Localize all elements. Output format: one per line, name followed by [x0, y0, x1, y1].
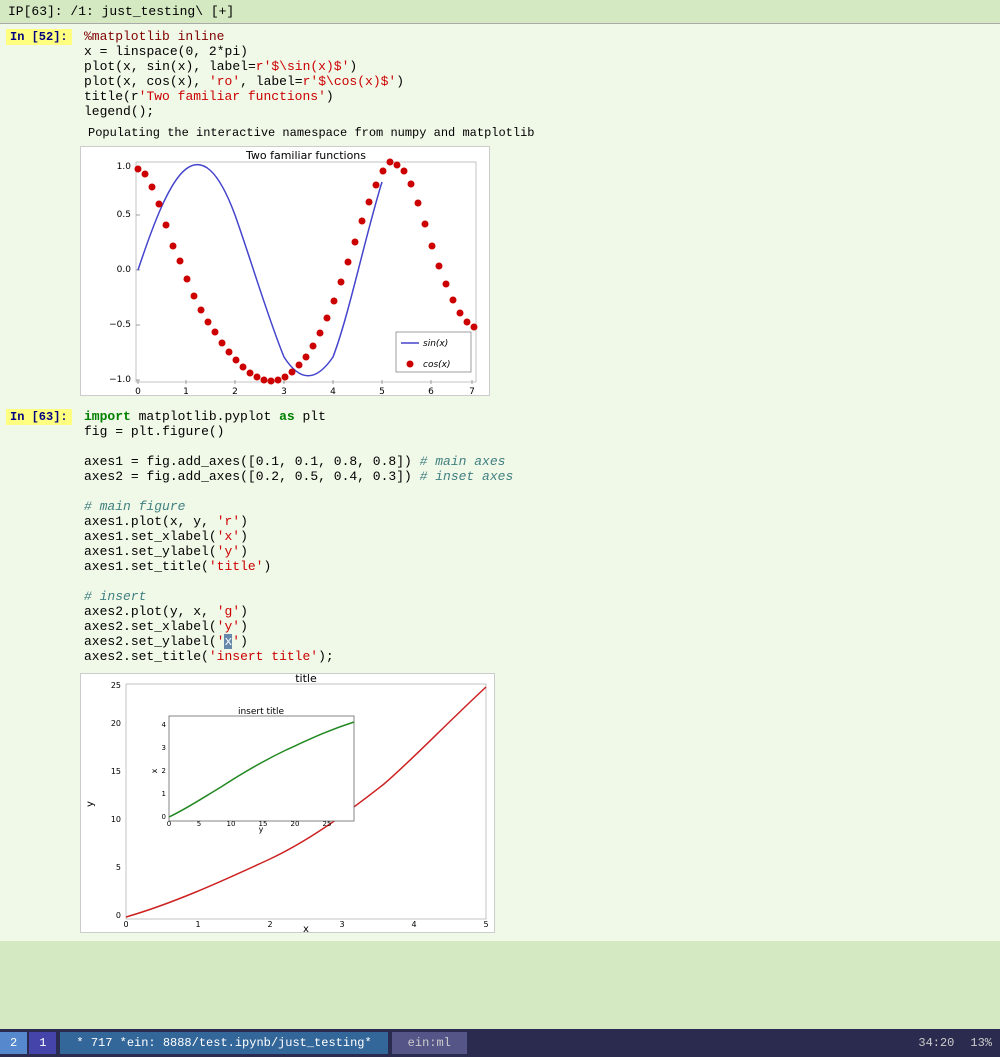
svg-text:4: 4: [411, 920, 416, 929]
code-line: axes2.set_xlabel('y'): [84, 619, 996, 634]
code-line: # main figure: [84, 499, 996, 514]
svg-text:0: 0: [135, 387, 141, 396]
output-text-1: Populating the interactive namespace fro…: [0, 124, 1000, 142]
code-line: [84, 439, 996, 454]
code-line: import matplotlib.pyplot as plt: [84, 409, 996, 424]
svg-text:3: 3: [281, 387, 287, 396]
code-line: [84, 484, 996, 499]
plot1-title: Two familiar functions: [245, 149, 366, 162]
status-position: 34:20: [918, 1036, 954, 1050]
svg-text:10: 10: [111, 815, 121, 824]
svg-text:4: 4: [162, 721, 167, 729]
svg-text:−0.5: −0.5: [109, 320, 131, 330]
svg-text:4: 4: [330, 387, 336, 396]
svg-text:10: 10: [227, 820, 236, 828]
title-bar: IP[63]: /1: just_testing\ [+]: [0, 0, 1000, 24]
svg-text:7: 7: [469, 387, 475, 396]
plot2-ylabel: y: [85, 801, 96, 807]
code-line: plot(x, sin(x), label=r'$\sin(x)$'): [84, 59, 996, 74]
status-percent: 13%: [970, 1036, 992, 1050]
inset-ylabel: x: [150, 768, 159, 773]
code-line: axes2 = fig.add_axes([0.2, 0.5, 0.4, 0.3…: [84, 469, 996, 484]
svg-text:2: 2: [162, 767, 166, 775]
code-line: fig = plt.figure(): [84, 424, 996, 439]
code-line: title(r'Two familiar functions'): [84, 89, 996, 104]
status-bar: 2 1 * 717 *ein: 8888/test.ipynb/just_tes…: [0, 1029, 1000, 1057]
svg-text:1.0: 1.0: [117, 162, 132, 172]
prompt-in-52: In [52]:: [6, 29, 72, 45]
cell-1: In [52]: %matplotlib inline x = linspace…: [0, 24, 1000, 124]
code-line: x = linspace(0, 2*pi): [84, 44, 996, 59]
cell-2-prompt: In [63]:: [0, 406, 80, 667]
svg-text:20: 20: [291, 820, 300, 828]
status-file: * 717 *ein: 8888/test.ipynb/just_testing…: [60, 1032, 387, 1054]
svg-text:0: 0: [162, 813, 166, 821]
sin-legend-label: sin(x): [423, 339, 448, 349]
svg-text:0.0: 0.0: [117, 265, 132, 275]
code-line: axes1.set_ylabel('y'): [84, 544, 996, 559]
cos-legend-label: cos(x): [423, 360, 451, 370]
svg-text:25: 25: [111, 681, 121, 690]
code-line: axes2.set_title('insert title');: [84, 649, 996, 664]
svg-text:2: 2: [267, 920, 272, 929]
code-line: axes1.set_xlabel('x'): [84, 529, 996, 544]
code-line: [84, 574, 996, 589]
plot2-inset-title: insert title: [238, 707, 285, 717]
svg-text:1: 1: [195, 920, 200, 929]
svg-text:3: 3: [162, 744, 166, 752]
plot2-xlabel: x: [303, 924, 309, 933]
status-filename: *ein: 8888/test.ipynb/just_testing*: [120, 1036, 372, 1050]
svg-text:15: 15: [259, 820, 268, 828]
code-line: axes2.set_ylabel('x'): [84, 634, 996, 649]
svg-text:25: 25: [323, 820, 332, 828]
status-num-2: 2: [0, 1032, 27, 1054]
notebook-area: In [52]: %matplotlib inline x = linspace…: [0, 24, 1000, 941]
plot-2-svg: title y x 0 5 10 15 20 25 0 1 2 3 4 5: [80, 673, 495, 933]
code-line: axes2.plot(y, x, 'g'): [84, 604, 996, 619]
svg-text:2: 2: [232, 387, 238, 396]
svg-text:20: 20: [111, 719, 121, 728]
status-left: 2 1 * 717 *ein: 8888/test.ipynb/just_tes…: [0, 1032, 467, 1054]
svg-text:−1.0: −1.0: [109, 375, 131, 385]
svg-text:5: 5: [197, 820, 201, 828]
cell-1-prompt: In [52]:: [0, 26, 80, 122]
cell-2-code[interactable]: import matplotlib.pyplot as plt fig = pl…: [80, 406, 1000, 667]
status-indicator: *: [76, 1036, 83, 1050]
code-line: axes1.set_title('title'): [84, 559, 996, 574]
svg-text:3: 3: [339, 920, 344, 929]
svg-text:0: 0: [116, 911, 121, 920]
title-text: IP[63]: /1: just_testing\ [+]: [8, 4, 234, 19]
code-line: legend();: [84, 104, 996, 119]
svg-text:5: 5: [116, 863, 121, 872]
cell-2: In [63]: import matplotlib.pyplot as plt…: [0, 404, 1000, 669]
svg-text:5: 5: [379, 387, 385, 396]
plot2-main-title: title: [295, 673, 317, 685]
plot-2-container: title y x 0 5 10 15 20 25 0 1 2 3 4 5: [80, 673, 1000, 937]
prompt-in-63: In [63]:: [6, 409, 72, 425]
status-cell-count: 717: [91, 1036, 113, 1050]
plot-1-container: Two familiar functions −1.0 −0.5 0.0 0.5…: [80, 146, 1000, 400]
code-line: # insert: [84, 589, 996, 604]
svg-text:0: 0: [167, 820, 171, 828]
svg-text:1: 1: [162, 790, 166, 798]
svg-text:0.5: 0.5: [117, 210, 131, 220]
svg-text:15: 15: [111, 767, 121, 776]
svg-text:1: 1: [183, 387, 189, 396]
cos-dot: [135, 166, 142, 173]
cos-legend-dot: [407, 361, 414, 368]
status-mode: ein:ml: [392, 1032, 467, 1054]
cell-1-code[interactable]: %matplotlib inline x = linspace(0, 2*pi)…: [80, 26, 1000, 122]
code-line: axes1 = fig.add_axes([0.1, 0.1, 0.8, 0.8…: [84, 454, 996, 469]
code-line: plot(x, cos(x), 'ro', label=r'$\cos(x)$'…: [84, 74, 996, 89]
code-line: %matplotlib inline: [84, 29, 996, 44]
svg-text:5: 5: [483, 920, 488, 929]
status-right: 34:20 13%: [918, 1036, 1000, 1050]
status-num-1: 1: [29, 1032, 56, 1054]
svg-text:0: 0: [123, 920, 128, 929]
code-line: axes1.plot(x, y, 'r'): [84, 514, 996, 529]
plot-1-svg: Two familiar functions −1.0 −0.5 0.0 0.5…: [80, 146, 490, 396]
svg-text:6: 6: [428, 387, 434, 396]
